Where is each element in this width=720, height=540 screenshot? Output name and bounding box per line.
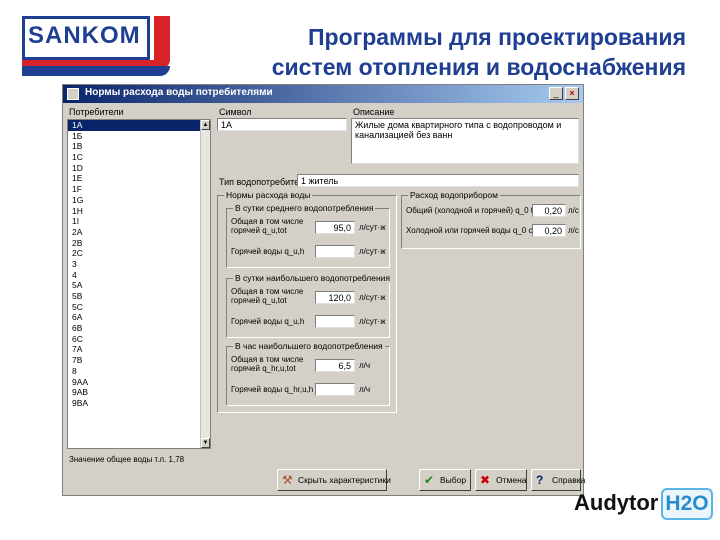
daily-avg-title: В сутки среднего водопотребления [233,203,376,213]
scroll-down-icon[interactable]: ▼ [201,438,210,448]
list-item[interactable]: 7B [68,355,210,366]
daily-max-total-field[interactable]: 120,0 [315,291,355,304]
fixtures-group-title: Расход водоприбором [408,190,501,200]
description-label: Описание [353,107,395,117]
list-item[interactable]: 2A [68,227,210,238]
slide-title: Программы для проектирования систем отоп… [186,22,686,82]
fixtures-cold-label: Холодной или горячей воды q_0 c,h [406,226,540,235]
fixtures-cold-unit: л/с [568,226,579,235]
norms-window: Нормы расхода воды потребителями _ × Пот… [62,84,585,496]
list-scrollbar[interactable]: ▲ ▼ [200,120,210,448]
daily-max-group: В сутки наибольшего водопотребления Обща… [226,273,393,338]
hour-max-group: В час наибольшего водопотребления Общая … [226,341,390,406]
window-titlebar[interactable]: Нормы расхода воды потребителями _ × [63,85,583,103]
list-item[interactable]: 1I [68,216,210,227]
scroll-up-icon[interactable]: ▲ [201,120,210,130]
fixtures-cold-field[interactable]: 0,20 [532,224,566,237]
hour-max-title: В час наибольшего водопотребления [233,341,385,351]
consumers-list-items: 1A 1Б 1В 1С 1D 1E 1F 1G 1H 1I 2A 2B 2C 3 4 5A 5B 5C 6A 6B 6C… [68,120,210,409]
hour-max-total-field[interactable]: 6,5 [315,359,355,372]
window-title: Нормы расхода воды потребителями [85,87,273,98]
minimize-button[interactable]: _ [549,87,563,100]
list-item[interactable]: 9AB [68,387,210,398]
list-item[interactable]: 6C [68,334,210,345]
hammer-icon: ⚒ [282,473,293,487]
norms-group: Нормы расхода воды В сутки среднего водо… [217,190,397,413]
characteristics-button[interactable]: ⚒ Скрыть характеристики [277,469,391,491]
fixtures-total-unit: л/с [568,206,579,215]
norms-group-title: Нормы расхода воды [224,190,313,200]
list-item[interactable]: 5A [68,280,210,291]
list-item[interactable]: 2B [68,238,210,249]
daily-avg-hot-label: Горячей воды q_u,h [231,247,305,256]
check-icon: ✔ [424,473,435,487]
list-item[interactable]: 1D [68,163,210,174]
window-icon [67,88,79,100]
list-item[interactable]: 9BA [68,398,210,409]
list-item[interactable]: 1H [68,206,210,217]
list-item[interactable]: 6A [68,312,210,323]
meter-field[interactable]: 1 житель [297,174,579,187]
list-item[interactable]: 1С [68,152,210,163]
logo-blue-stripe [22,66,170,76]
daily-avg-hot-field[interactable] [315,245,355,258]
daily-max-hot-field[interactable] [315,315,355,328]
list-item[interactable]: 1A [68,120,210,131]
daily-max-hot-label: Горячей воды q_u,h [231,317,305,326]
list-item[interactable]: 5C [68,302,210,313]
daily-max-title: В сутки наибольшего водопотребления [233,273,393,283]
sankom-logo: SANKOM [22,16,170,80]
list-item[interactable]: 7A [68,344,210,355]
close-button[interactable]: × [565,87,579,100]
daily-avg-total-field[interactable]: 95,0 [315,221,355,234]
daily-max-total-label: Общая в том числе горячей q_u,tot [231,287,304,305]
description-field[interactable]: Жилые дома квартирного типа с водопровод… [351,118,579,164]
hour-max-hot-unit: л/ч [359,385,371,394]
hour-max-total-label: Общая в том числе горячей q_hr,u,tot [231,355,304,373]
daily-avg-total-unit: л/сут·ж [359,223,386,232]
help-icon: ? [536,473,544,487]
daily-max-hot-unit: л/сут·ж [359,317,386,326]
list-item[interactable]: 9AA [68,377,210,388]
list-item[interactable]: 4 [68,270,210,281]
list-item[interactable]: 5B [68,291,210,302]
symbol-label: Символ [219,107,252,117]
consumers-list[interactable]: 1A 1Б 1В 1С 1D 1E 1F 1G 1H 1I 2A 2B 2C 3 4 5A 5B 5C 6A 6B 6C… [67,119,211,449]
list-item[interactable]: 3 [68,259,210,270]
daily-avg-total-label: Общая в том числе горячей q_u,tot [231,217,304,235]
meter-label: Тип водопотребителя [219,177,309,187]
list-item[interactable]: 1E [68,173,210,184]
hour-max-hot-label: Горячей воды q_hr,u,h [231,385,314,394]
select-button[interactable]: ✔ Выбор [419,469,471,491]
daily-max-total-unit: л/сут·ж [359,293,386,302]
h2o-badge: H2O [661,488,713,520]
fixtures-group: Расход водоприбором Общий (холодной и го… [401,190,581,249]
consumers-footer: Значение общее воды т.л. 1,78 [69,455,185,464]
cross-icon: ✖ [480,473,491,487]
hour-max-total-unit: л/ч [359,361,371,370]
daily-avg-group: В сутки среднего водопотребления Общая в… [226,203,390,268]
logo-text: SANKOM [28,22,141,49]
cancel-button[interactable]: ✖ Отмена [475,469,527,491]
slide-title-line2: систем отопления и водоснабжения [271,54,686,80]
list-item[interactable]: 1G [68,195,210,206]
list-item[interactable]: 2C [68,248,210,259]
help-button[interactable]: ? Справка [531,469,585,491]
symbol-field[interactable]: 1A [217,118,347,131]
daily-avg-hot-unit: л/сут·ж [359,247,386,256]
list-item[interactable]: 6B [68,323,210,334]
list-item[interactable]: 1F [68,184,210,195]
consumers-label: Потребители [69,107,124,117]
slide-title-line1: Программы для проектирования [307,24,686,50]
fixtures-total-label: Общий (холодной и горячей) q_0 tot [406,206,540,215]
list-item[interactable]: 1В [68,141,210,152]
fixtures-total-field[interactable]: 0,20 [532,204,566,217]
list-item[interactable]: 8 [68,366,210,377]
audytor-logo-text: Audytor [574,490,659,515]
hour-max-hot-field[interactable] [315,383,355,396]
list-item[interactable]: 1Б [68,131,210,142]
